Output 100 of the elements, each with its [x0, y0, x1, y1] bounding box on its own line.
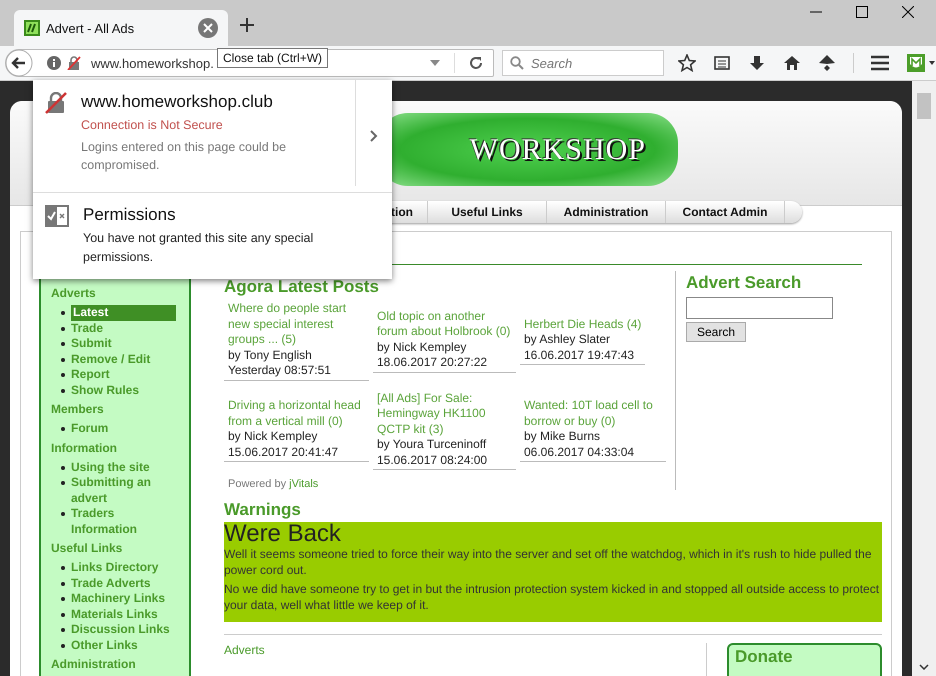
post-link[interactable]: Herbert Die Heads (4): [524, 316, 642, 332]
sidebar-heading: Useful Links: [51, 541, 124, 555]
sidebar-link[interactable]: Forum: [71, 421, 108, 436]
info-icon[interactable]: [47, 56, 61, 70]
close-tab-icon[interactable]: [198, 18, 218, 38]
close-window-icon[interactable]: [902, 6, 914, 18]
back-icon[interactable]: [5, 49, 33, 77]
post-time: 15.06.2017 20:41:47: [228, 444, 340, 460]
sidebar-heading: Adverts: [51, 286, 97, 300]
bullet-icon: [61, 388, 65, 392]
bullet-icon: [61, 582, 65, 586]
warning-title: Were Back: [224, 522, 342, 546]
bookmarks-list-icon[interactable]: [713, 54, 731, 72]
sidebar-link[interactable]: Submit: [71, 336, 112, 352]
bullet-icon: [61, 644, 65, 648]
download-icon[interactable]: [748, 54, 766, 72]
post-link[interactable]: [All Ads] For Sale: Hemingway HK1100 QCTP kit (3): [377, 390, 512, 437]
search-button[interactable]: Search: [686, 322, 746, 342]
connection-status: Connection is Not Secure: [81, 118, 224, 132]
section-heading: Agora Latest Posts: [224, 277, 380, 297]
post-time: 15.06.2017 08:24:00: [377, 452, 488, 468]
nav-link[interactable]: Useful Links: [428, 201, 547, 223]
bookmark-star-icon[interactable]: [678, 54, 696, 72]
tab-title: Advert - All Ads: [46, 20, 136, 36]
insecure-lock-icon: [45, 92, 67, 114]
section-heading: Advert Search: [686, 273, 802, 293]
sidebar-link[interactable]: Report: [71, 367, 110, 382]
permissions-title: Permissions: [83, 205, 177, 225]
permissions-text: You have not granted this site any special permissions.: [83, 230, 314, 266]
menu-icon[interactable]: [871, 55, 889, 71]
scrollbar[interactable]: [912, 81, 936, 676]
post-time: Yesterday 08:57:51: [228, 363, 332, 378]
sidebar-heading: Information: [51, 440, 118, 454]
post-time: 16.06.2017 19:47:43: [524, 348, 636, 363]
post-link[interactable]: Wanted: 10T load cell to borrow or buy (0): [524, 398, 662, 430]
post-time: 06.06.2017 04:33:04: [524, 444, 636, 460]
bullet-icon: [61, 326, 65, 330]
bullet-icon: [61, 311, 65, 315]
search-icon: [510, 56, 524, 70]
sidebar-link[interactable]: Trade: [71, 320, 104, 336]
bullet-icon: [61, 512, 65, 516]
warning-paragraph: Well it seems someone tried to force their way into the server and set off the watchdog, which in it's rush to hide pulled the power cord out.: [224, 546, 873, 578]
maximize-icon[interactable]: [856, 6, 868, 18]
sidebar-link[interactable]: Links Directory: [71, 560, 158, 576]
adverts-link[interactable]: Adverts: [224, 643, 706, 657]
section-heading: Warnings: [224, 500, 302, 520]
sidebar-link[interactable]: Remove / Edit: [71, 352, 150, 367]
sidebar-link[interactable]: Show Rules: [71, 382, 140, 398]
sidebar-link[interactable]: Discussion Links: [71, 622, 170, 638]
sidebar-link[interactable]: Submitting an advert: [71, 475, 181, 506]
tooltip: Close tab (Ctrl+W): [217, 48, 328, 68]
bullet-icon: [61, 373, 65, 377]
post-link[interactable]: Driving a horizontal head from a vertical mill (0): [228, 398, 365, 430]
sidebar-heading: Administration: [51, 657, 137, 671]
insecure-lock-icon: [67, 56, 81, 70]
site-host: www.homeworkshop.club: [81, 92, 274, 112]
url-text: www.homeworkshop.: [91, 56, 214, 70]
browser-tab[interactable]: Advert - All Ads: [14, 10, 228, 46]
pocket-icon[interactable]: [818, 54, 836, 72]
jvitals-link[interactable]: jVitals: [289, 478, 318, 490]
sidebar-link[interactable]: Other Links: [71, 638, 138, 653]
dropdown-icon[interactable]: [430, 60, 440, 66]
post-author: by Ashley Slater: [524, 332, 612, 348]
bullet-icon: [61, 628, 65, 632]
bullet-icon: [61, 597, 65, 601]
post-author: by Nick Kempley: [228, 429, 318, 445]
bullet-icon: [61, 427, 65, 431]
advert-search-field[interactable]: [686, 297, 833, 319]
favicon-icon: [24, 20, 40, 36]
sidebar-link[interactable]: Materials Links: [71, 606, 158, 622]
sidebar-link[interactable]: Traders Information: [71, 506, 181, 537]
new-tab-icon[interactable]: [240, 18, 254, 32]
bullet-icon: [61, 358, 65, 362]
bullet-icon: [61, 612, 65, 616]
bullet-icon: [61, 466, 65, 470]
bullet-icon: [61, 566, 65, 570]
home-icon[interactable]: [783, 54, 801, 72]
sidebar-link[interactable]: Trade Adverts: [71, 576, 151, 591]
post-link[interactable]: Where do people start new special interest groups ... (5): [228, 301, 365, 348]
search-field[interactable]: Search: [502, 50, 664, 76]
nav-link[interactable]: Contact Admin: [666, 201, 785, 223]
chevron-right-icon: [370, 130, 378, 142]
sidebar-link[interactable]: Using the site: [71, 460, 150, 475]
shield-extension-icon[interactable]: [906, 53, 936, 73]
sidebar-heading: Members: [51, 402, 105, 416]
post-author: by Youra Turceninoff: [377, 437, 488, 452]
sidebar-link[interactable]: Latest: [71, 305, 176, 320]
post-link[interactable]: Old topic on another forum about Holbrook (0): [377, 308, 512, 340]
nav-link[interactable]: Administration: [547, 201, 666, 223]
scroll-thumb[interactable]: [917, 93, 931, 119]
post-author: by Mike Burns: [524, 429, 602, 445]
post-author: by Nick Kempley: [377, 340, 468, 356]
bullet-icon: [61, 342, 65, 346]
warning-paragraph: No we did have someone try to get in but the intrusion protection system kicked in and stopped all outside access to protect your data, well what little we keep of it.: [224, 581, 880, 613]
reload-icon[interactable]: [469, 56, 483, 70]
post-author: by Tony English: [228, 348, 313, 363]
login-warning: Logins entered on this page could be compromised.: [81, 139, 288, 174]
sidebar-link[interactable]: Machinery Links: [71, 591, 166, 606]
donate-heading: Donate: [735, 647, 793, 666]
scroll-down-icon[interactable]: [919, 664, 929, 670]
